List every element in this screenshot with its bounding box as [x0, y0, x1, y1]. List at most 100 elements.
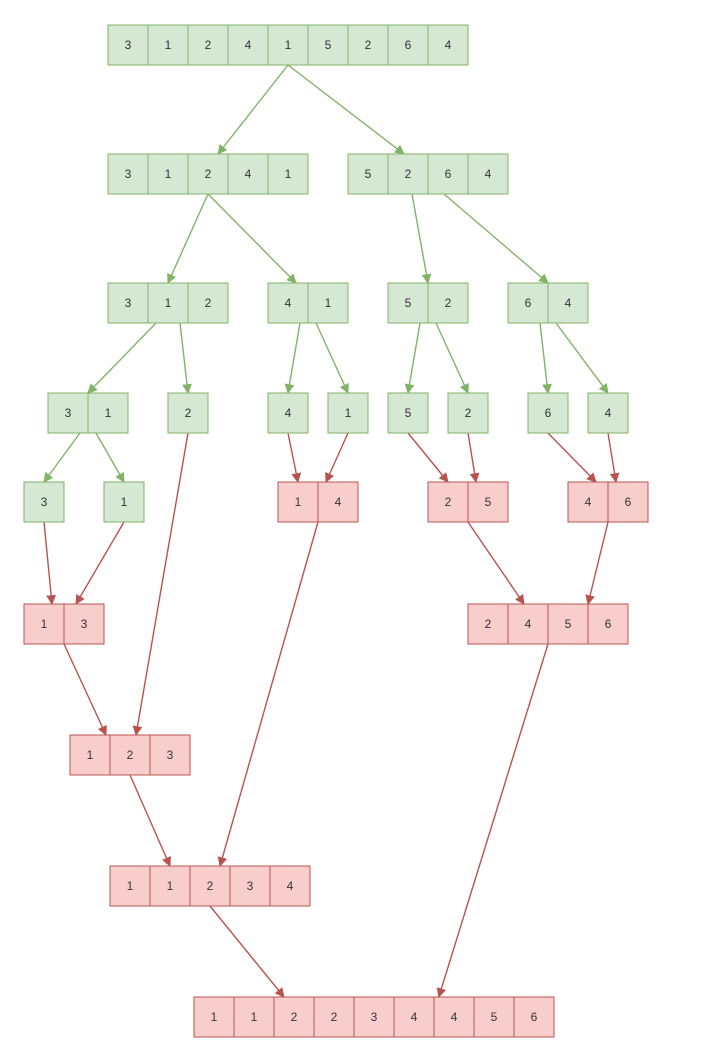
split-array: 3 [24, 482, 64, 522]
split-edge [444, 194, 548, 283]
array-cell-value: 6 [605, 617, 612, 631]
array-cell-value: 1 [87, 748, 94, 762]
merge-edge [408, 433, 448, 482]
array-cell-value: 3 [65, 406, 72, 420]
merge-edge [136, 433, 188, 735]
merge-array: 123 [70, 735, 190, 775]
array-cell-value: 6 [625, 495, 632, 509]
split-array: 4 [268, 393, 308, 433]
array-cell-value: 6 [405, 38, 412, 52]
array-cell-value: 4 [445, 38, 452, 52]
array-cell-value: 2 [291, 1010, 298, 1024]
array-cell-value: 5 [485, 495, 492, 509]
split-array: 312 [108, 283, 228, 323]
split-edge [218, 65, 288, 154]
merge-edge [64, 644, 106, 735]
merge-array: 2456 [468, 604, 628, 644]
merge-array: 13 [24, 604, 104, 644]
array-cell-value: 1 [345, 406, 352, 420]
array-cell-value: 4 [245, 38, 252, 52]
split-edge [208, 194, 296, 283]
array-cell-value: 2 [365, 38, 372, 52]
merge-edge [439, 644, 548, 997]
split-edge [88, 323, 156, 393]
array-cell-value: 4 [285, 296, 292, 310]
array-cell-value: 2 [445, 495, 452, 509]
split-array: 64 [508, 283, 588, 323]
array-cell-value: 4 [287, 879, 294, 893]
array-cell-value: 4 [285, 406, 292, 420]
array-cell-value: 2 [331, 1010, 338, 1024]
array-cell-value: 3 [81, 617, 88, 631]
array-cell-value: 1 [165, 38, 172, 52]
array-cell-value: 1 [121, 495, 128, 509]
merge-edge [468, 433, 476, 482]
split-array: 4 [588, 393, 628, 433]
array-cell-value: 1 [211, 1010, 218, 1024]
array-cell-value: 5 [325, 38, 332, 52]
split-edge [540, 323, 548, 393]
array-cell-value: 4 [485, 167, 492, 181]
array-cell-value: 6 [545, 406, 552, 420]
array-cell-value: 1 [285, 38, 292, 52]
array-cell-value: 3 [247, 879, 254, 893]
array-cell-value: 2 [205, 296, 212, 310]
split-array: 6 [528, 393, 568, 433]
split-edge [288, 323, 300, 393]
array-cell-value: 2 [405, 167, 412, 181]
merge-sort-diagram: 3124152643124152643124152643124152643114… [0, 0, 701, 1061]
array-cell-value: 4 [525, 617, 532, 631]
merge-edge [220, 522, 318, 866]
split-array: 312415264 [108, 25, 468, 65]
array-cell-value: 3 [41, 495, 48, 509]
array-cell-value: 3 [371, 1010, 378, 1024]
split-edge [180, 323, 188, 393]
array-cell-value: 4 [565, 296, 572, 310]
array-cell-value: 1 [105, 406, 112, 420]
array-cell-value: 2 [207, 879, 214, 893]
array-cell-value: 6 [445, 167, 452, 181]
split-array: 5 [388, 393, 428, 433]
array-cell-value: 1 [165, 167, 172, 181]
array-cell-value: 2 [205, 167, 212, 181]
array-cell-value: 3 [125, 38, 132, 52]
array-cell-value: 4 [335, 495, 342, 509]
array-cell-value: 2 [127, 748, 134, 762]
merge-array: 11234 [110, 866, 310, 906]
split-array: 1 [104, 482, 144, 522]
split-edge [436, 323, 468, 393]
split-array: 41 [268, 283, 348, 323]
split-edge [96, 433, 124, 482]
array-cell-value: 5 [405, 296, 412, 310]
split-array: 2 [168, 393, 208, 433]
array-cell-value: 5 [405, 406, 412, 420]
merge-edge [468, 522, 524, 604]
merge-array: 46 [568, 482, 648, 522]
split-edge [412, 194, 428, 283]
split-edge [288, 65, 404, 154]
array-cell-value: 3 [125, 296, 132, 310]
merge-edge [130, 775, 170, 866]
merge-edge [608, 433, 616, 482]
array-cell-value: 4 [411, 1010, 418, 1024]
merge-edge [288, 433, 298, 482]
array-cell-value: 2 [445, 296, 452, 310]
split-edge [44, 433, 80, 482]
merge-array: 112234456 [194, 997, 554, 1037]
array-cell-value: 5 [565, 617, 572, 631]
merge-edge [326, 433, 348, 482]
merge-array: 25 [428, 482, 508, 522]
array-cell-value: 1 [325, 296, 332, 310]
array-cell-value: 1 [251, 1010, 258, 1024]
array-cell-value: 5 [365, 167, 372, 181]
merge-edge [210, 906, 284, 997]
array-cell-value: 6 [525, 296, 532, 310]
array-cell-value: 1 [295, 495, 302, 509]
array-cell-value: 1 [167, 879, 174, 893]
merge-edge [44, 522, 52, 604]
split-array: 31241 [108, 154, 308, 194]
array-cell-value: 1 [285, 167, 292, 181]
split-array: 1 [328, 393, 368, 433]
array-cell-value: 4 [451, 1010, 458, 1024]
split-array: 52 [388, 283, 468, 323]
